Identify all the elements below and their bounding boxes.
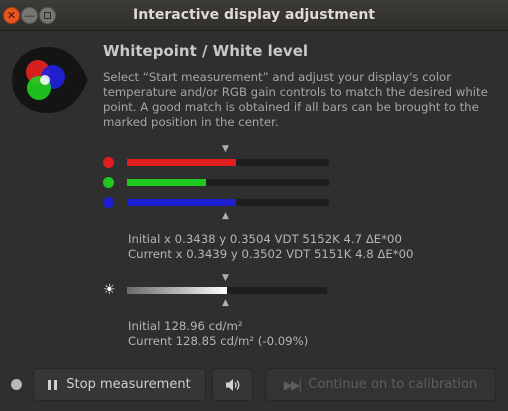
- speaker-icon: [225, 378, 239, 391]
- blue-track: [127, 199, 329, 206]
- status-indicator: [11, 379, 22, 390]
- title-bar: ✕ — Interactive display adjustment: [0, 0, 508, 31]
- blue-bar: [103, 197, 333, 209]
- rgb-circles-icon: [12, 47, 88, 113]
- stop-measurement-button[interactable]: Stop measurement: [33, 368, 206, 401]
- skip-forward-icon: ▶▶|: [283, 377, 302, 392]
- window-title: Interactive display adjustment: [133, 7, 375, 23]
- luminance-fill: [127, 287, 227, 294]
- sound-toggle-button[interactable]: [212, 368, 253, 401]
- stop-measurement-label: Stop measurement: [66, 377, 191, 392]
- green-fill: [127, 179, 206, 186]
- chromaticity-current: Current x 0.3439 y 0.3502 VDT 5151K 4.8 …: [128, 247, 414, 261]
- pause-icon: [48, 379, 58, 390]
- green-bar: [103, 177, 333, 189]
- chromaticity-initial: Initial x 0.3438 y 0.3504 VDT 5152K 4.7 …: [128, 232, 402, 246]
- blue-dot-icon: [103, 197, 114, 208]
- red-bar: [103, 157, 333, 169]
- green-track: [127, 179, 329, 186]
- brightness-icon: ☀: [103, 282, 116, 298]
- blue-fill: [127, 199, 237, 206]
- red-track: [127, 159, 329, 166]
- target-marker-bottom: ▲: [222, 211, 229, 221]
- target-marker-top: ▼: [222, 144, 229, 154]
- luminance-initial: Initial 128.96 cd/m²: [128, 319, 243, 333]
- luminance-current: Current 128.85 cd/m² (-0.09%): [128, 334, 309, 348]
- luminance-marker-top: ▼: [222, 273, 229, 283]
- red-dot-icon: [103, 157, 114, 168]
- red-fill: [127, 159, 237, 166]
- green-dot-icon: [103, 177, 114, 188]
- page-title: Whitepoint / White level: [103, 42, 309, 60]
- instructions-text: Select “Start measurement” and adjust yo…: [103, 70, 488, 129]
- luminance-track: [127, 287, 327, 294]
- luminance-marker-bottom: ▲: [222, 298, 229, 308]
- continue-calibration-label: Continue on to calibration: [308, 377, 478, 392]
- continue-calibration-button[interactable]: ▶▶| Continue on to calibration: [265, 368, 496, 401]
